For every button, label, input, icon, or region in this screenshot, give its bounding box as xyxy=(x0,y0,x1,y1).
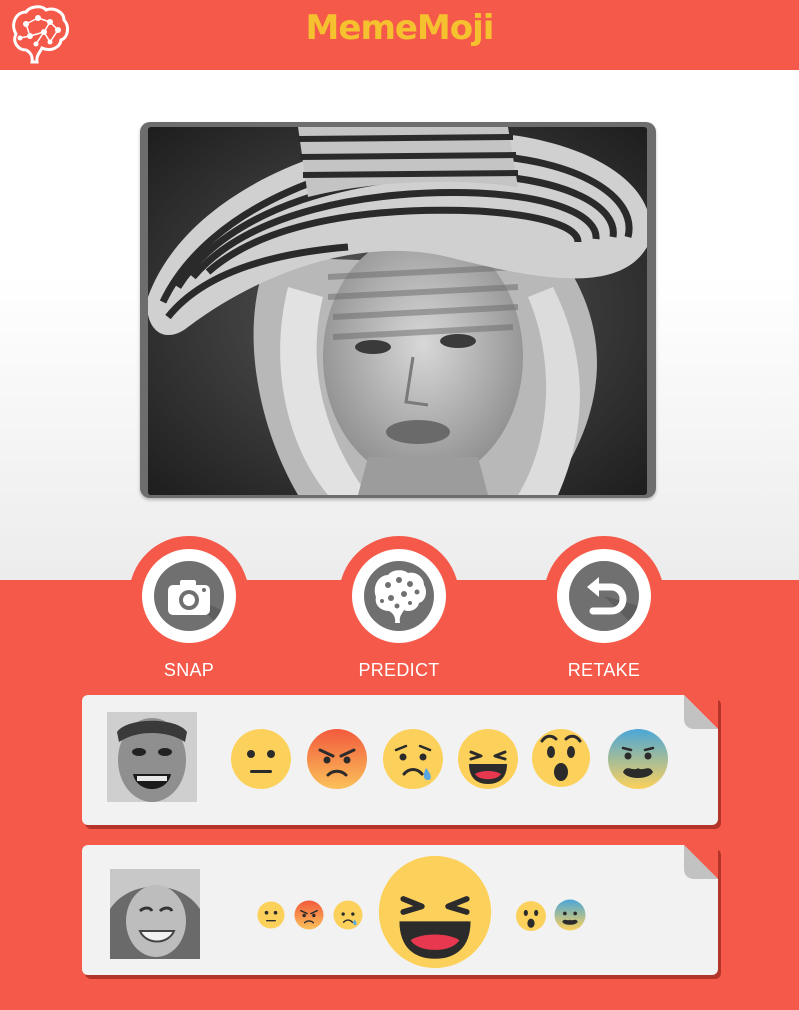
happy-emoji-highlighted-icon xyxy=(377,854,493,975)
surprised-emoji-icon xyxy=(530,725,592,792)
angry-emoji-icon xyxy=(294,900,324,935)
snap-label: SNAP xyxy=(163,660,215,680)
happy-emoji-icon xyxy=(457,728,519,795)
result-card xyxy=(82,845,718,975)
surprised-emoji-icon xyxy=(515,899,547,936)
captured-photo xyxy=(148,127,647,495)
camera-icon xyxy=(154,561,224,631)
undo-icon xyxy=(569,561,639,631)
retake-label: RETAKE xyxy=(567,660,641,680)
retake-button[interactable]: RETAKE xyxy=(544,536,664,686)
photo-frame xyxy=(140,122,656,498)
screaming-face-thumbnail xyxy=(107,712,197,802)
angry-emoji-icon xyxy=(306,728,368,795)
fear-emoji-icon xyxy=(554,899,586,936)
predict-button[interactable]: PREDICT xyxy=(339,536,459,686)
page-fold-icon xyxy=(684,845,718,879)
brain-icon xyxy=(364,561,434,631)
predict-label: PREDICT xyxy=(358,660,440,680)
neutral-emoji-icon xyxy=(230,728,292,795)
fear-emoji-icon xyxy=(607,728,669,795)
page-fold-icon xyxy=(684,695,718,729)
app-title: MemeMoji xyxy=(305,8,495,48)
neutral-emoji-icon xyxy=(257,901,285,934)
result-card xyxy=(82,695,718,825)
snap-button[interactable]: SNAP xyxy=(129,536,249,686)
sad-emoji-icon xyxy=(333,900,363,935)
sad-emoji-icon xyxy=(382,728,444,795)
app-header: MemeMoji xyxy=(0,0,799,70)
smiling-face-thumbnail xyxy=(110,869,200,959)
portrait-photo-icon xyxy=(148,127,647,495)
